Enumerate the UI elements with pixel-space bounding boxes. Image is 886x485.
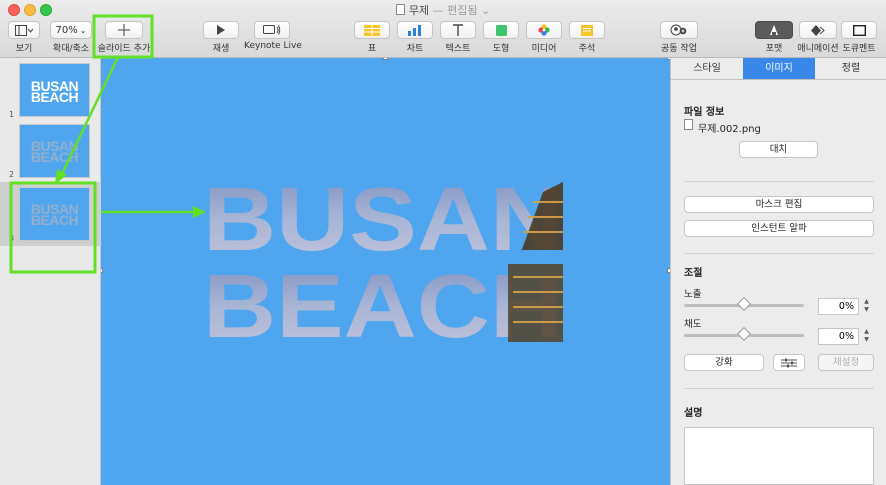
edit-mask-button[interactable]: 마스크 편집 [684,196,874,213]
tab-image[interactable]: 이미지 [743,58,815,79]
divider [684,253,874,254]
file-info-title: 파일 정보 [684,107,725,118]
adjust-levels-button[interactable] [773,354,805,371]
exposure-stepper[interactable]: ▲ ▼ [862,298,871,315]
instant-alpha-button[interactable]: 인스턴트 알파 [684,220,874,237]
highlight-box [92,14,154,59]
highlight-box [9,181,97,274]
arrow-line [60,56,120,175]
adjust-title: 조절 [684,268,703,279]
replace-button[interactable]: 대치 [739,141,818,158]
exposure-value-field[interactable]: 0% [818,298,859,315]
reset-button[interactable]: 재설정 [818,354,874,371]
saturation-stepper[interactable]: ▲ ▼ [862,328,871,345]
arrow-head [193,206,206,218]
saturation-value-field[interactable]: 0% [818,328,859,345]
exposure-slider[interactable] [684,296,804,312]
enhance-button[interactable]: 강화 [684,354,764,371]
slider-knob[interactable] [736,326,752,342]
tab-arrange[interactable]: 정렬 [815,58,886,79]
divider [684,388,874,389]
description-field[interactable] [684,427,874,485]
description-title: 설명 [684,408,703,419]
slider-knob[interactable] [736,296,752,312]
exposure-label: 노출 [684,289,702,300]
keynote-window: 무제 — 편집됨 ⌄ 보기 70% ⌄ 확대/축소 슬라이드 추가 재생 Key… [0,0,886,485]
inspector-tabs: 스타일 이미지 정렬 [671,58,886,80]
image-file-icon [684,119,693,130]
format-inspector: 스타일 이미지 정렬 파일 정보 무제.002.png 대치 마스크 편집 인스… [670,58,886,485]
file-name: 무제.002.png [698,124,761,135]
sliders-icon [781,358,797,368]
saturation-label: 채도 [684,319,702,330]
tab-style[interactable]: 스타일 [671,58,743,79]
divider [684,181,874,182]
saturation-slider[interactable] [684,326,804,342]
